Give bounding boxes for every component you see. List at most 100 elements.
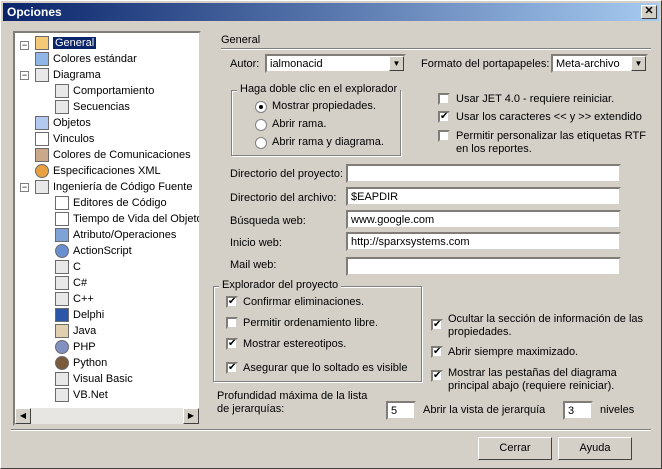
general-icon <box>35 36 49 51</box>
chk-confirm-delete-label: Confirmar eliminaciones. <box>243 296 365 308</box>
chk-stereotypes[interactable]: ✔ <box>226 338 238 350</box>
tree-item-php[interactable]: PHP <box>55 339 96 355</box>
tree-item-xml[interactable]: Especificaciones XML <box>35 163 161 179</box>
depth-input[interactable]: 5 <box>386 401 416 420</box>
tree-item-colores-comunicaciones[interactable]: Colores de Comunicaciones <box>35 147 191 163</box>
java-icon <box>55 324 69 339</box>
tree-item-csharp[interactable]: C# <box>55 275 87 291</box>
options-dialog: Opciones ✕ − General Colores estándar − … <box>0 0 662 469</box>
tree-item-colores-estandar[interactable]: Colores estándar <box>35 51 137 67</box>
expand-toggle[interactable]: − <box>20 183 29 192</box>
options-tree[interactable]: − General Colores estándar − Diagrama Co… <box>13 31 201 426</box>
radio-open-branch-label: Abrir rama. <box>272 118 327 130</box>
tree-item-secuencias[interactable]: Secuencias <box>55 99 130 115</box>
vb-icon <box>55 372 69 387</box>
explorer-group-label: Explorador del proyecto <box>219 279 342 291</box>
section-title: General <box>221 34 261 46</box>
chk-confirm-delete[interactable]: ✔ <box>226 296 238 308</box>
chevron-down-icon[interactable]: ▼ <box>631 56 646 71</box>
tree-item-vbnet[interactable]: VB.Net <box>55 387 108 403</box>
mail-label: Mail web: <box>230 259 277 271</box>
chk-maximized[interactable]: ✔ <box>431 346 443 358</box>
file-dir-label: Directorio del archivo: <box>230 192 337 204</box>
radio-open-branch-diagram[interactable] <box>255 137 267 149</box>
chk-free-sort-label: Permitir ordenamiento libre. <box>243 317 379 329</box>
author-label: Autor: <box>230 58 260 70</box>
project-dir-input[interactable] <box>346 164 621 183</box>
tree-item-visual-basic[interactable]: Visual Basic <box>55 371 133 387</box>
tree-item-actionscript[interactable]: ActionScript <box>55 243 132 259</box>
tree-item-general[interactable]: General <box>35 35 97 51</box>
tree-item-python[interactable]: Python <box>55 355 107 371</box>
chk-chars[interactable]: ✔ <box>438 111 450 123</box>
tree-item-ingenieria[interactable]: Ingeniería de Código Fuente <box>35 179 192 195</box>
python-icon <box>55 356 69 371</box>
php-icon <box>55 340 69 355</box>
tree-item-atributo[interactable]: Atributo/Operaciones <box>55 227 176 243</box>
tree-item-objetos[interactable]: Objetos <box>35 115 91 131</box>
tree-item-delphi[interactable]: Delphi <box>55 307 104 323</box>
tree-item-editores[interactable]: Editores de Código <box>55 195 167 211</box>
web-search-input[interactable]: www.google.com <box>346 210 621 229</box>
chk-rtf[interactable] <box>438 130 450 142</box>
chk-drop-visible[interactable]: ✔ <box>226 362 238 374</box>
communication-icon <box>35 148 49 163</box>
tree-item-java[interactable]: Java <box>55 323 96 339</box>
levels-label: niveles <box>600 404 635 416</box>
editor-icon <box>55 212 69 227</box>
tree-item-c[interactable]: C <box>55 259 81 275</box>
section-divider <box>221 48 651 50</box>
scroll-right-icon[interactable]: ▶ <box>183 408 199 424</box>
help-button[interactable]: Ayuda <box>558 437 632 460</box>
close-window-button[interactable]: ✕ <box>641 5 657 19</box>
web-home-input[interactable]: http://sparxsystems.com <box>346 232 621 251</box>
tree-item-diagrama[interactable]: Diagrama <box>35 67 101 83</box>
expand-toggle[interactable]: − <box>20 41 29 50</box>
file-dir-input[interactable]: $EAPDIR <box>346 187 621 206</box>
radio-show-props[interactable] <box>255 101 267 113</box>
chk-rtf-label: Permitir personalizar las etiquetas RTF … <box>456 130 646 155</box>
expand-toggle[interactable]: − <box>20 71 29 80</box>
delphi-icon <box>55 308 69 323</box>
project-dir-label: Directorio del proyecto: <box>230 168 344 180</box>
clipboard-combo[interactable]: Meta-archivo ▼ <box>551 54 648 73</box>
open-hierarchy-input[interactable]: 3 <box>563 401 593 420</box>
author-combo[interactable]: ialmonacid ▼ <box>265 54 406 73</box>
chk-drop-visible-label: Asegurar que lo soltado es visible <box>243 362 408 374</box>
clipboard-label: Formato del portapapeles: <box>421 58 550 70</box>
radio-open-branch[interactable] <box>255 119 267 131</box>
tree-item-cpp[interactable]: C++ <box>55 291 94 307</box>
mail-input[interactable] <box>346 257 621 276</box>
editor-icon <box>55 196 69 211</box>
chk-free-sort[interactable] <box>226 317 238 329</box>
web-search-label: Búsqueda web: <box>230 215 306 227</box>
chk-jet-label: Usar JET 4.0 - requiere reiniciar. <box>456 93 615 105</box>
actionscript-icon <box>55 244 69 259</box>
depth-label: Profundidad máxima de la lista de jerarq… <box>217 390 368 415</box>
chk-hide-info[interactable]: ✔ <box>431 319 443 331</box>
chk-hide-info-label: Ocultar la sección de información de las… <box>448 313 644 338</box>
vbnet-icon <box>55 388 69 403</box>
sequence-icon <box>55 100 69 115</box>
chk-jet[interactable] <box>438 93 450 105</box>
chk-stereotypes-label: Mostrar estereotipos. <box>243 338 347 350</box>
close-button[interactable]: Cerrar <box>478 437 552 460</box>
chk-tabs-below[interactable]: ✔ <box>431 370 443 382</box>
objects-icon <box>35 116 49 131</box>
horizontal-scrollbar[interactable]: ◀ ▶ <box>15 408 199 424</box>
xml-icon <box>35 164 49 179</box>
tree-item-vinculos[interactable]: Vinculos <box>35 131 94 147</box>
links-icon <box>35 132 49 147</box>
radio-open-branch-diagram-label: Abrir rama y diagrama. <box>272 136 384 148</box>
radio-show-props-label: Mostrar propiedades. <box>272 100 376 112</box>
chevron-down-icon[interactable]: ▼ <box>389 56 404 71</box>
tree-item-comportamiento[interactable]: Comportamiento <box>55 83 154 99</box>
tree-item-tiempo-vida[interactable]: Tiempo de Vida del Objeto <box>55 211 199 227</box>
web-home-label: Inicio web: <box>230 237 282 249</box>
scroll-left-icon[interactable]: ◀ <box>15 408 31 424</box>
attribute-icon <box>55 228 69 243</box>
csharp-icon <box>55 276 69 291</box>
diagram-icon <box>35 68 49 83</box>
title-bar: Opciones ✕ <box>3 3 659 21</box>
cpp-icon <box>55 292 69 307</box>
